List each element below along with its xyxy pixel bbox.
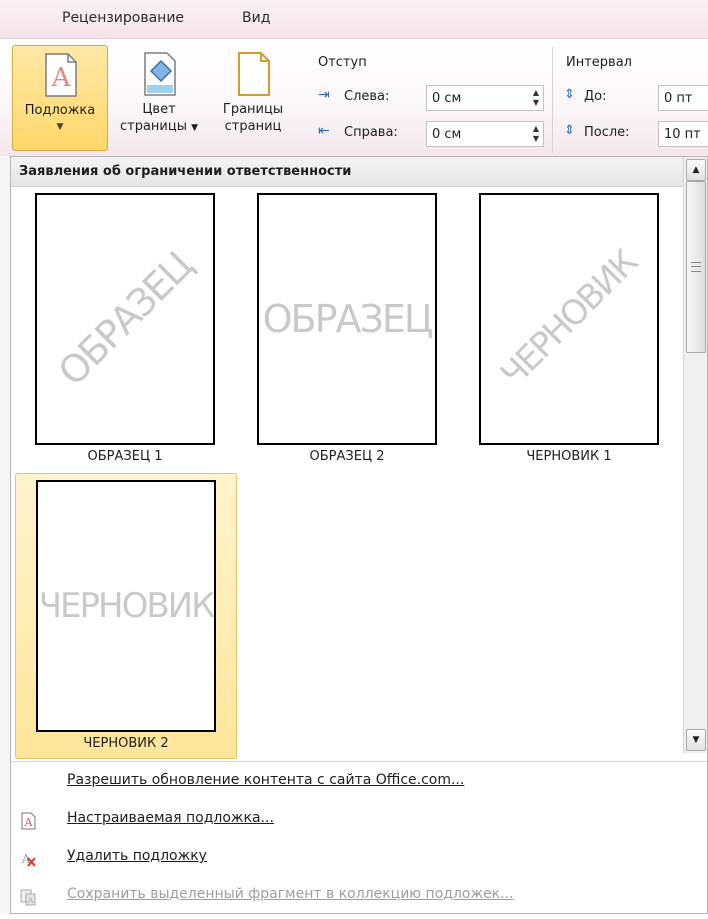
svg-text:A: A [51, 63, 72, 93]
watermark-option-caption: ОБРАЗЕЦ 1 [87, 449, 163, 464]
menu-item-label: Настраиваемая подложка... [67, 810, 274, 826]
ribbon-tab-strip: Рецензирование Вид [0, 0, 708, 38]
indent-right-value: 0 см [432, 127, 462, 142]
indent-left-icon: ⇥ [318, 87, 330, 103]
menu-item-remove-watermark[interactable]: A Удалить подложку [11, 839, 707, 873]
page-borders-button[interactable]: Границы страниц [212, 45, 294, 149]
watermark-option-chernovik-1[interactable]: ЧЕРНОВИК ЧЕРНОВИК 1 [459, 189, 679, 469]
svg-text:A: A [24, 816, 34, 829]
spacing-after-icon: ⇕ [564, 123, 575, 138]
indent-left-label: Слева: [344, 89, 390, 104]
indent-right-label: Справа: [344, 125, 398, 140]
spacing-after-input[interactable]: 10 пт [658, 121, 708, 147]
page-color-label-2: страницы [119, 119, 187, 134]
watermark-preview-text: ОБРАЗЕЦ [262, 297, 434, 341]
indent-right-input[interactable]: 0 см ▲ ▼ [426, 121, 544, 147]
menu-item-custom-watermark[interactable]: A Настраиваемая подложка... [11, 801, 707, 835]
spacing-before-input[interactable]: 0 пт [658, 85, 708, 111]
chevron-down-icon: ▼ [191, 123, 199, 133]
grip-icon [691, 262, 701, 272]
menu-item-label: Удалить подложку [67, 848, 207, 864]
page-preview: ОБРАЗЕЦ [257, 193, 437, 445]
spacing-before-value: 0 пт [664, 91, 693, 106]
spinner-arrows-icon[interactable]: ▲ ▼ [533, 124, 539, 144]
menu-item-label: Разрешить обновление контента с сайта Of… [67, 772, 465, 788]
ribbon-page-layout: A Подложка ▼ Цвет страницы ▼ Границы стр… [0, 38, 708, 157]
watermark-option-caption: ЧЕРНОВИК 1 [526, 449, 612, 464]
page-borders-icon [233, 51, 273, 97]
watermark-option-chernovik-2[interactable]: ЧЕРНОВИК ЧЕРНОВИК 2 [15, 473, 237, 759]
remove-watermark-icon: A [19, 847, 37, 867]
spacing-before-icon: ⇕ [564, 87, 575, 102]
gallery-section-header: Заявления об ограничении ответственности [11, 157, 684, 187]
spinner-arrows-icon[interactable]: ▲ ▼ [533, 88, 539, 108]
menu-separator [11, 761, 707, 762]
menu-item-update-content[interactable]: Разрешить обновление контента с сайта Of… [11, 763, 707, 797]
page-preview: ОБРАЗЕЦ [35, 193, 215, 445]
tab-view[interactable]: Вид [242, 10, 270, 26]
page-color-button[interactable]: Цвет страницы ▼ [112, 45, 206, 149]
indent-group-title: Отступ [318, 55, 367, 70]
watermark-button-label: Подложка [24, 103, 96, 118]
watermark-gallery-dropdown: Заявления об ограничении ответственности… [10, 156, 708, 914]
indent-left-input[interactable]: 0 см ▲ ▼ [426, 85, 544, 111]
watermark-icon: A [40, 52, 80, 98]
spacing-after-value: 10 пт [664, 127, 701, 142]
watermark-preview-text: ЧЕРНОВИК [38, 586, 214, 626]
gallery-scrollbar[interactable]: ▲ ▼ [683, 157, 707, 753]
scroll-down-button[interactable]: ▼ [686, 729, 706, 751]
custom-watermark-icon: A [19, 809, 37, 830]
paint-bucket-icon [139, 51, 179, 97]
watermark-preview-text: ЧЕРНОВИК [493, 243, 645, 395]
page-preview: ЧЕРНОВИК [479, 193, 659, 445]
spacing-before-label: До: [584, 89, 607, 104]
watermark-button[interactable]: A Подложка ▼ [12, 45, 108, 151]
watermark-option-obrazets-2[interactable]: ОБРАЗЕЦ ОБРАЗЕЦ 2 [237, 189, 457, 469]
spacing-after-label: После: [584, 125, 630, 140]
watermark-option-obrazets-1[interactable]: ОБРАЗЕЦ ОБРАЗЕЦ 1 [15, 189, 235, 469]
watermark-option-caption: ЧЕРНОВИК 2 [83, 736, 169, 751]
save-to-gallery-icon: A [19, 885, 37, 906]
page-preview: ЧЕРНОВИК [36, 480, 216, 732]
page-color-label-1: Цвет [142, 102, 176, 117]
scroll-up-button[interactable]: ▲ [686, 159, 706, 181]
page-borders-label-2: страниц [224, 119, 282, 134]
spacing-group-title: Интервал [566, 55, 632, 70]
menu-item-save-to-gallery[interactable]: A Сохранить выделенный фрагмент в коллек… [11, 877, 707, 911]
document-edge [0, 156, 10, 914]
indent-right-icon: ⇤ [318, 123, 330, 139]
watermark-preview-text: ОБРАЗЕЦ [49, 243, 201, 395]
scrollbar-thumb[interactable] [686, 181, 706, 353]
indent-left-value: 0 см [432, 91, 462, 106]
chevron-down-icon: ▼ [56, 122, 64, 132]
menu-item-label: Сохранить выделенный фрагмент в коллекци… [67, 886, 514, 902]
group-divider [552, 47, 553, 153]
svg-text:A: A [27, 896, 34, 905]
tab-review[interactable]: Рецензирование [62, 10, 184, 26]
watermark-option-caption: ОБРАЗЕЦ 2 [309, 449, 385, 464]
page-borders-label-1: Границы [222, 102, 284, 117]
